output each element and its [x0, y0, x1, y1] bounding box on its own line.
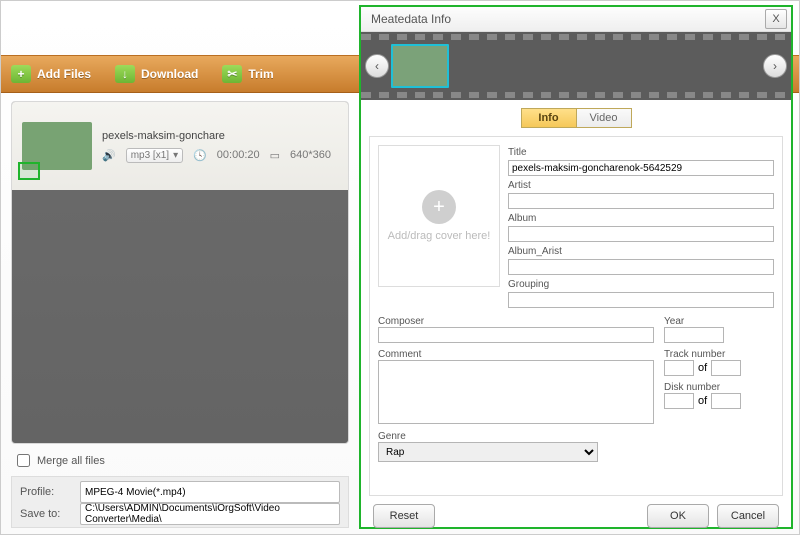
download-button[interactable]: ↓ Download	[115, 65, 198, 83]
file-info-column: pexels-maksim-gonchare 🔊 mp3 [x1] ▾ 🕓 00…	[102, 130, 331, 163]
album-artist-input[interactable]	[508, 259, 774, 275]
comment-label: Comment	[378, 349, 654, 360]
track-num-input[interactable]	[664, 360, 694, 376]
disk-of: of	[698, 395, 707, 407]
bottom-panel: Profile: MPEG-4 Movie(*.mp4) Save to: C:…	[11, 476, 349, 528]
close-icon: X	[772, 13, 779, 25]
year-input[interactable]	[664, 327, 724, 343]
clock-icon: 🕓	[193, 149, 207, 162]
saveto-field[interactable]: C:\Users\ADMIN\Documents\iOrgSoft\Video …	[80, 503, 340, 525]
chevron-down-icon: ▾	[173, 150, 178, 161]
file-controls: 🔊 mp3 [x1] ▾ 🕓 00:00:20 ▭ 640*360	[102, 148, 331, 163]
composer-input[interactable]	[378, 327, 654, 343]
tab-video-label: Video	[590, 112, 618, 124]
download-icon: ↓	[115, 65, 135, 83]
resolution-icon: ▭	[270, 149, 280, 162]
saveto-value: C:\Users\ADMIN\Documents\iOrgSoft\Video …	[85, 503, 335, 525]
next-button[interactable]: ›	[763, 54, 787, 78]
profile-field[interactable]: MPEG-4 Movie(*.mp4)	[80, 481, 340, 503]
modal-buttons: Reset OK Cancel	[361, 504, 791, 534]
file-list: pexels-maksim-gonchare 🔊 mp3 [x1] ▾ 🕓 00…	[11, 101, 349, 444]
file-thumbnail[interactable]	[22, 122, 92, 170]
track-label: Track number	[664, 349, 774, 360]
merge-row: Merge all files	[13, 451, 105, 470]
saveto-row: Save to: C:\Users\ADMIN\Documents\iOrgSo…	[20, 503, 340, 525]
tab-bar: Info Video	[361, 108, 791, 128]
disk-total-input[interactable]	[711, 393, 741, 409]
form-panel: + Add/drag cover here! Title Artist Albu…	[369, 136, 783, 496]
artist-input[interactable]	[508, 193, 774, 209]
ok-label: OK	[670, 510, 686, 522]
add-files-button[interactable]: + Add Files	[11, 65, 91, 83]
cancel-label: Cancel	[731, 510, 765, 522]
reset-label: Reset	[390, 510, 419, 522]
cover-dropzone[interactable]: + Add/drag cover here!	[378, 145, 500, 287]
tab-video[interactable]: Video	[577, 108, 632, 128]
album-input[interactable]	[508, 226, 774, 242]
track-total-input[interactable]	[711, 360, 741, 376]
metadata-modal: Meatedata Info X ‹ › Info Video + Add/dr…	[359, 5, 793, 529]
profile-row: Profile: MPEG-4 Movie(*.mp4)	[20, 481, 340, 503]
format-select-value: mp3 [x1]	[131, 150, 169, 161]
disk-label: Disk number	[664, 382, 774, 393]
download-label: Download	[141, 67, 198, 81]
track-of: of	[698, 362, 707, 374]
grouping-label: Grouping	[508, 279, 774, 290]
add-files-label: Add Files	[37, 67, 91, 81]
artist-label: Artist	[508, 180, 774, 191]
audio-icon[interactable]: 🔊	[102, 149, 116, 162]
album-label: Album	[508, 213, 774, 224]
thumbnail-strip: ‹ ›	[361, 32, 791, 100]
file-name: pexels-maksim-gonchare	[102, 130, 331, 142]
trim-label: Trim	[248, 67, 273, 81]
title-input[interactable]	[508, 160, 774, 176]
modal-title: Meatedata Info	[371, 12, 451, 26]
profile-label: Profile:	[20, 486, 70, 498]
merge-checkbox[interactable]	[17, 454, 30, 467]
cancel-button[interactable]: Cancel	[717, 504, 779, 528]
app-window: + Add Files ↓ Download ✂ Trim pexels-mak…	[0, 0, 800, 535]
title-label: Title	[508, 147, 774, 158]
reset-button[interactable]: Reset	[373, 504, 435, 528]
album-artist-label: Album_Arist	[508, 246, 774, 257]
plus-icon: +	[422, 190, 456, 224]
composer-label: Composer	[378, 316, 654, 327]
tab-info-label: Info	[538, 112, 558, 124]
comment-input[interactable]	[378, 360, 654, 424]
trim-button[interactable]: ✂ Trim	[222, 65, 273, 83]
cover-hint: Add/drag cover here!	[388, 230, 491, 242]
prev-button[interactable]: ‹	[365, 54, 389, 78]
tab-info[interactable]: Info	[521, 108, 577, 128]
merge-label: Merge all files	[37, 455, 105, 467]
modal-titlebar: Meatedata Info X	[361, 7, 791, 32]
add-files-icon: +	[11, 65, 31, 83]
genre-label: Genre	[378, 431, 406, 442]
year-label: Year	[664, 316, 774, 327]
format-select[interactable]: mp3 [x1] ▾	[126, 148, 183, 163]
profile-value: MPEG-4 Movie(*.mp4)	[85, 487, 186, 498]
genre-select[interactable]: Rap	[378, 442, 598, 462]
close-button[interactable]: X	[765, 9, 787, 29]
file-duration: 00:00:20	[217, 149, 260, 161]
file-row[interactable]: pexels-maksim-gonchare 🔊 mp3 [x1] ▾ 🕓 00…	[12, 102, 348, 190]
disk-num-input[interactable]	[664, 393, 694, 409]
grouping-input[interactable]	[508, 292, 774, 308]
saveto-label: Save to:	[20, 508, 70, 520]
file-resolution: 640*360	[290, 149, 331, 161]
ok-button[interactable]: OK	[647, 504, 709, 528]
strip-thumbnail[interactable]	[391, 44, 449, 88]
trim-icon: ✂	[222, 65, 242, 83]
